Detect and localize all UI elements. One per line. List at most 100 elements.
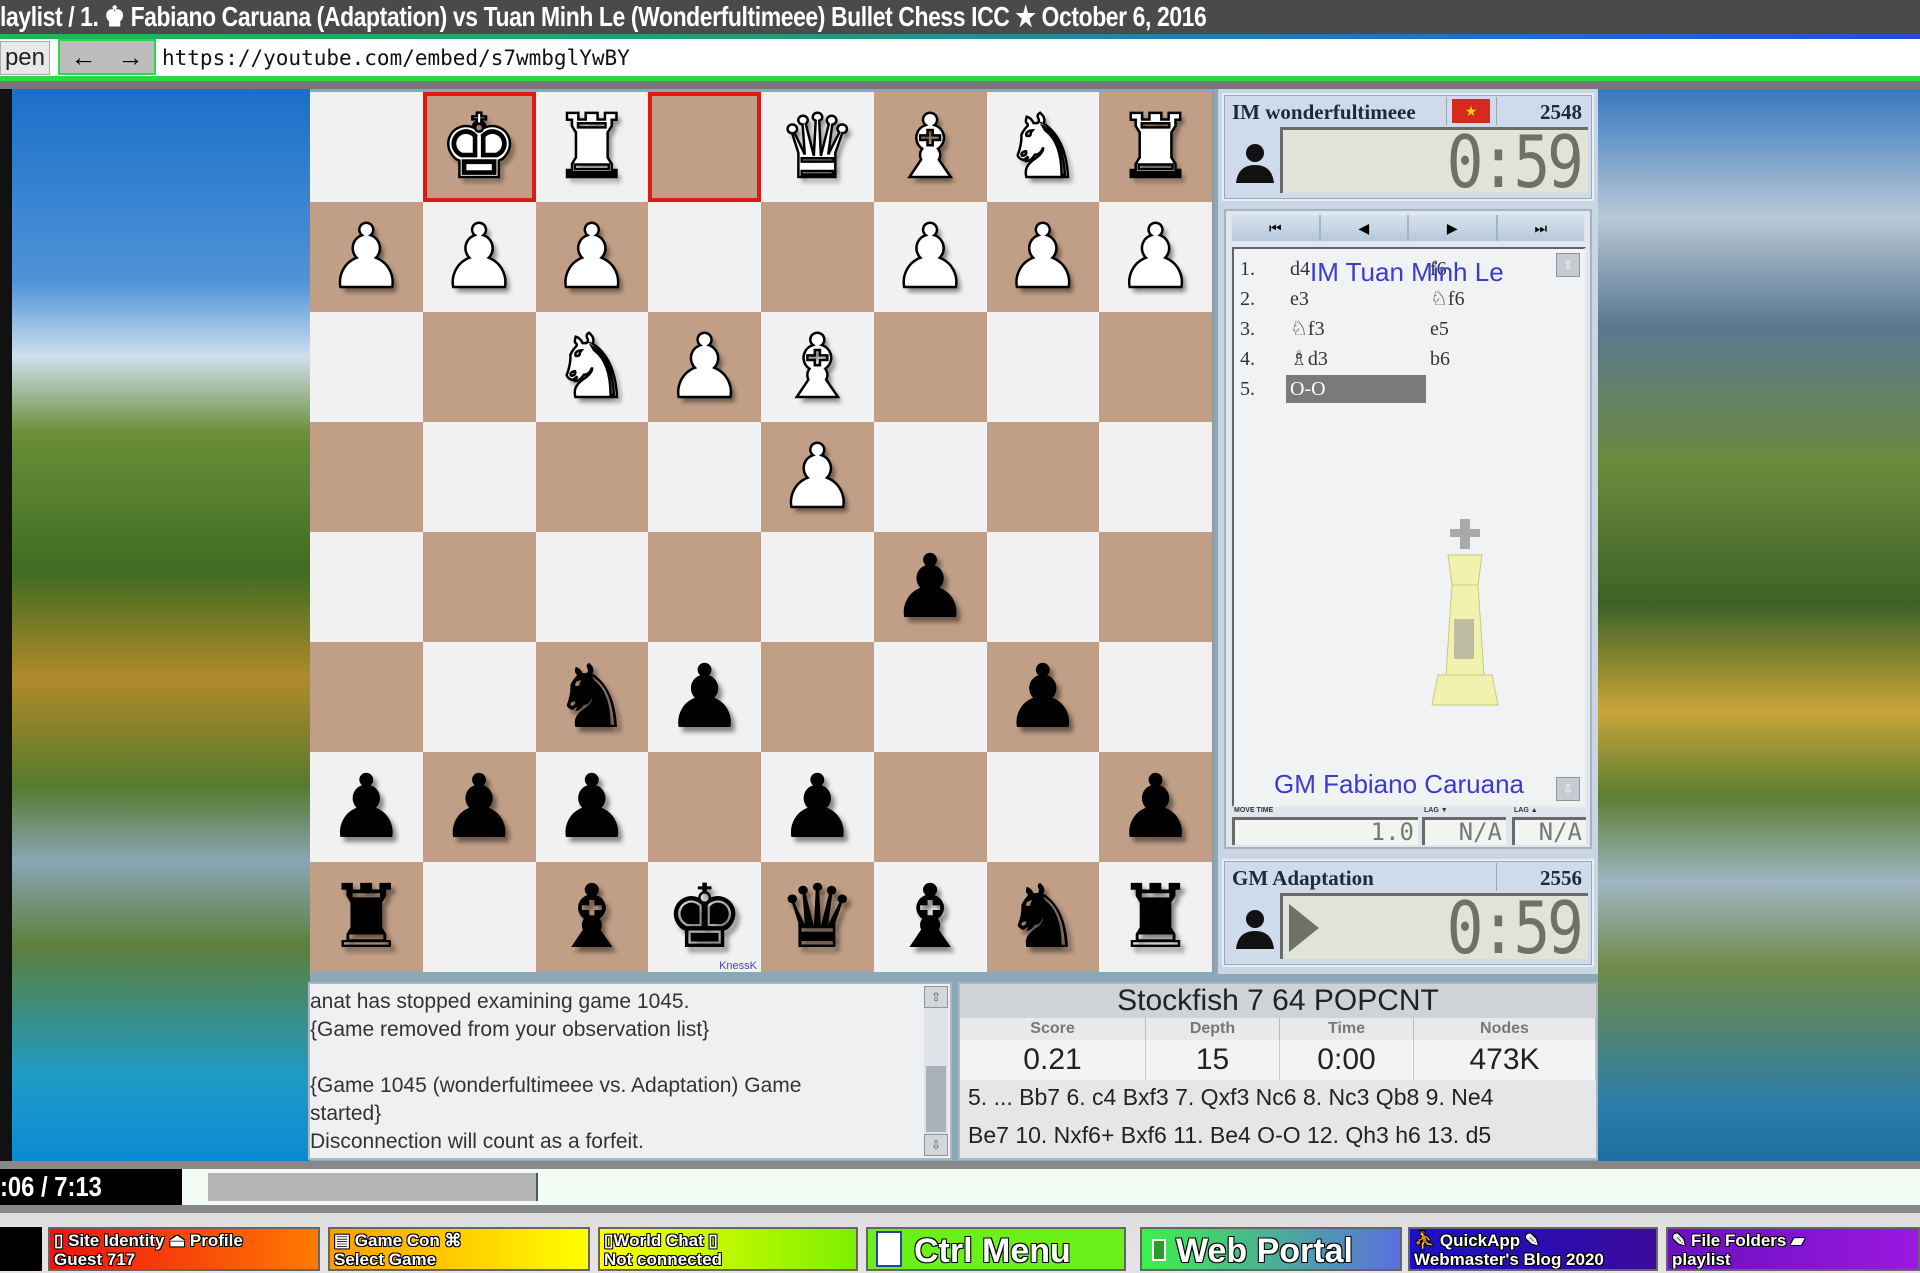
black-rook-icon[interactable]: ♜ <box>327 873 406 961</box>
square-f4[interactable] <box>535 422 649 532</box>
square-a5[interactable] <box>1099 532 1212 642</box>
open-button[interactable]: pen <box>0 41 50 75</box>
square-g3[interactable] <box>422 312 536 422</box>
square-d8[interactable]: ♛ <box>761 862 874 972</box>
square-b6[interactable]: ♟ <box>986 642 1100 752</box>
square-h7[interactable]: ♟ <box>310 752 423 862</box>
black-bishop-icon[interactable]: ♝ <box>552 873 631 961</box>
white-pawn-icon[interactable]: ♟ <box>551 211 632 302</box>
white-move[interactable]: ♗d3 <box>1286 345 1332 373</box>
square-a3[interactable] <box>1099 312 1212 422</box>
square-b1[interactable]: ♞ <box>986 92 1100 202</box>
taskbar-file-folders[interactable]: ✎ File Folders ▰ playlist <box>1666 1227 1920 1271</box>
black-knight-icon[interactable]: ♞ <box>1003 873 1082 961</box>
white-knight-icon[interactable]: ♞ <box>551 321 632 412</box>
black-knight-icon[interactable]: ♞ <box>552 653 631 741</box>
square-a6[interactable] <box>1099 642 1212 752</box>
square-f5[interactable] <box>535 532 649 642</box>
next-move-button[interactable]: ▶ <box>1409 215 1496 241</box>
square-e5[interactable] <box>648 532 761 642</box>
taskbar-quickapp[interactable]: ⛹ QuickApp ✎ Webmaster's Blog 2020 <box>1408 1227 1658 1271</box>
chess-board[interactable]: ♚ ♜ ♛ ♝ ♞ ♜ ♟ ♟ ♟ ♟ ♟ ♟ ♞ ♟ ♝ ♟ ♟ ♞ ♟ ♟ ♟ ♟ ♟ ♟ ♟ ♜ ♝ ♚ KnessK ♛ ♝ ♞ ♜ <box>310 92 1214 972</box>
scroll-up-button[interactable]: ⇧ <box>924 986 948 1008</box>
black-king-icon[interactable]: ♚ <box>665 873 744 961</box>
black-bishop-icon[interactable]: ♝ <box>891 873 970 961</box>
square-d1[interactable]: ♛ <box>761 92 874 202</box>
square-f6[interactable]: ♞ <box>535 642 649 752</box>
square-c8[interactable]: ♝ <box>873 862 987 972</box>
square-b8[interactable]: ♞ <box>986 862 1100 972</box>
scroll-down-button[interactable]: ⇩ <box>1556 777 1580 801</box>
taskbar-web-portal[interactable]: Web Portal <box>1140 1227 1402 1271</box>
square-c2[interactable]: ♟ <box>873 202 987 312</box>
taskbar-game-con[interactable]: ▤ Game Con ⌘ Select Game <box>328 1227 590 1271</box>
white-rook-icon[interactable]: ♜ <box>1115 101 1196 192</box>
white-pawn-icon[interactable]: ♟ <box>438 211 519 302</box>
console-scrollbar[interactable]: ⇧ ⇩ <box>924 986 948 1156</box>
square-f3[interactable]: ♞ <box>535 312 649 422</box>
square-d7[interactable]: ♟ <box>761 752 874 862</box>
square-g6[interactable] <box>422 642 536 752</box>
white-bishop-icon[interactable]: ♝ <box>889 101 970 192</box>
square-g7[interactable]: ♟ <box>422 752 536 862</box>
url-input[interactable] <box>160 41 1900 75</box>
square-d4[interactable]: ♟ <box>761 422 874 532</box>
square-c1[interactable]: ♝ <box>873 92 987 202</box>
white-queen-icon[interactable]: ♛ <box>777 101 858 192</box>
black-pawn-icon[interactable]: ♟ <box>552 763 631 851</box>
square-d2[interactable] <box>761 202 874 312</box>
white-pawn-icon[interactable]: ♟ <box>664 321 745 412</box>
white-bishop-icon[interactable]: ♝ <box>777 321 858 412</box>
white-rook-icon[interactable]: ♜ <box>551 101 632 192</box>
square-b7[interactable] <box>986 752 1100 862</box>
square-c5[interactable]: ♟ <box>873 532 987 642</box>
white-king-icon[interactable]: ♚ <box>438 101 519 192</box>
white-pawn-icon[interactable]: ♟ <box>326 211 407 302</box>
scroll-thumb[interactable] <box>926 1066 946 1132</box>
square-h2[interactable]: ♟ <box>310 202 423 312</box>
square-f7[interactable]: ♟ <box>535 752 649 862</box>
square-a8[interactable]: ♜ <box>1099 862 1212 972</box>
black-pawn-icon[interactable]: ♟ <box>440 763 519 851</box>
black-queen-icon[interactable]: ♛ <box>778 873 857 961</box>
taskbar-world-chat[interactable]: ▯World Chat ▯ Not connected <box>598 1227 858 1271</box>
square-h4[interactable] <box>310 422 423 532</box>
square-b2[interactable]: ♟ <box>986 202 1100 312</box>
square-e2[interactable] <box>648 202 761 312</box>
square-h1[interactable] <box>310 92 423 202</box>
prev-move-button[interactable]: ◀ <box>1320 215 1407 241</box>
square-b5[interactable] <box>986 532 1100 642</box>
square-e3[interactable]: ♟ <box>648 312 761 422</box>
square-d3[interactable]: ♝ <box>761 312 874 422</box>
square-c3[interactable] <box>873 312 987 422</box>
taskbar-site-identity[interactable]: ▯ Site Identity ⏏ Profile Guest 717 <box>48 1227 320 1271</box>
black-pawn-icon[interactable]: ♟ <box>1116 763 1195 851</box>
square-d5[interactable] <box>761 532 874 642</box>
black-move[interactable]: b6 <box>1430 345 1450 373</box>
white-pawn-icon[interactable]: ♟ <box>889 211 970 302</box>
square-e7[interactable] <box>648 752 761 862</box>
black-pawn-icon[interactable]: ♟ <box>327 763 406 851</box>
square-g5[interactable] <box>422 532 536 642</box>
square-f1[interactable]: ♜ <box>535 92 649 202</box>
scroll-up-button[interactable]: ⇧ <box>1556 253 1580 277</box>
square-f2[interactable]: ♟ <box>535 202 649 312</box>
video-seek-bar[interactable] <box>182 1169 1920 1205</box>
square-f8[interactable]: ♝ <box>535 862 649 972</box>
black-move[interactable]: e5 <box>1430 315 1449 343</box>
square-a7[interactable]: ♟ <box>1099 752 1212 862</box>
white-move[interactable]: ♘f3 <box>1286 315 1329 343</box>
black-pawn-icon[interactable]: ♟ <box>778 763 857 851</box>
square-a2[interactable]: ♟ <box>1099 202 1212 312</box>
black-pawn-icon[interactable]: ♟ <box>665 653 744 741</box>
square-b4[interactable] <box>986 422 1100 532</box>
black-move[interactable]: ♘f6 <box>1430 285 1465 313</box>
square-e6[interactable]: ♟ <box>648 642 761 752</box>
chat-console[interactable]: anat has stopped examining game 1045. {Ga… <box>308 982 952 1160</box>
white-pawn-icon[interactable]: ♟ <box>777 431 858 522</box>
black-pawn-icon[interactable]: ♟ <box>1003 653 1082 741</box>
square-h6[interactable] <box>310 642 423 752</box>
square-g8[interactable] <box>422 862 536 972</box>
square-a1[interactable]: ♜ <box>1099 92 1212 202</box>
square-c6[interactable] <box>873 642 987 752</box>
